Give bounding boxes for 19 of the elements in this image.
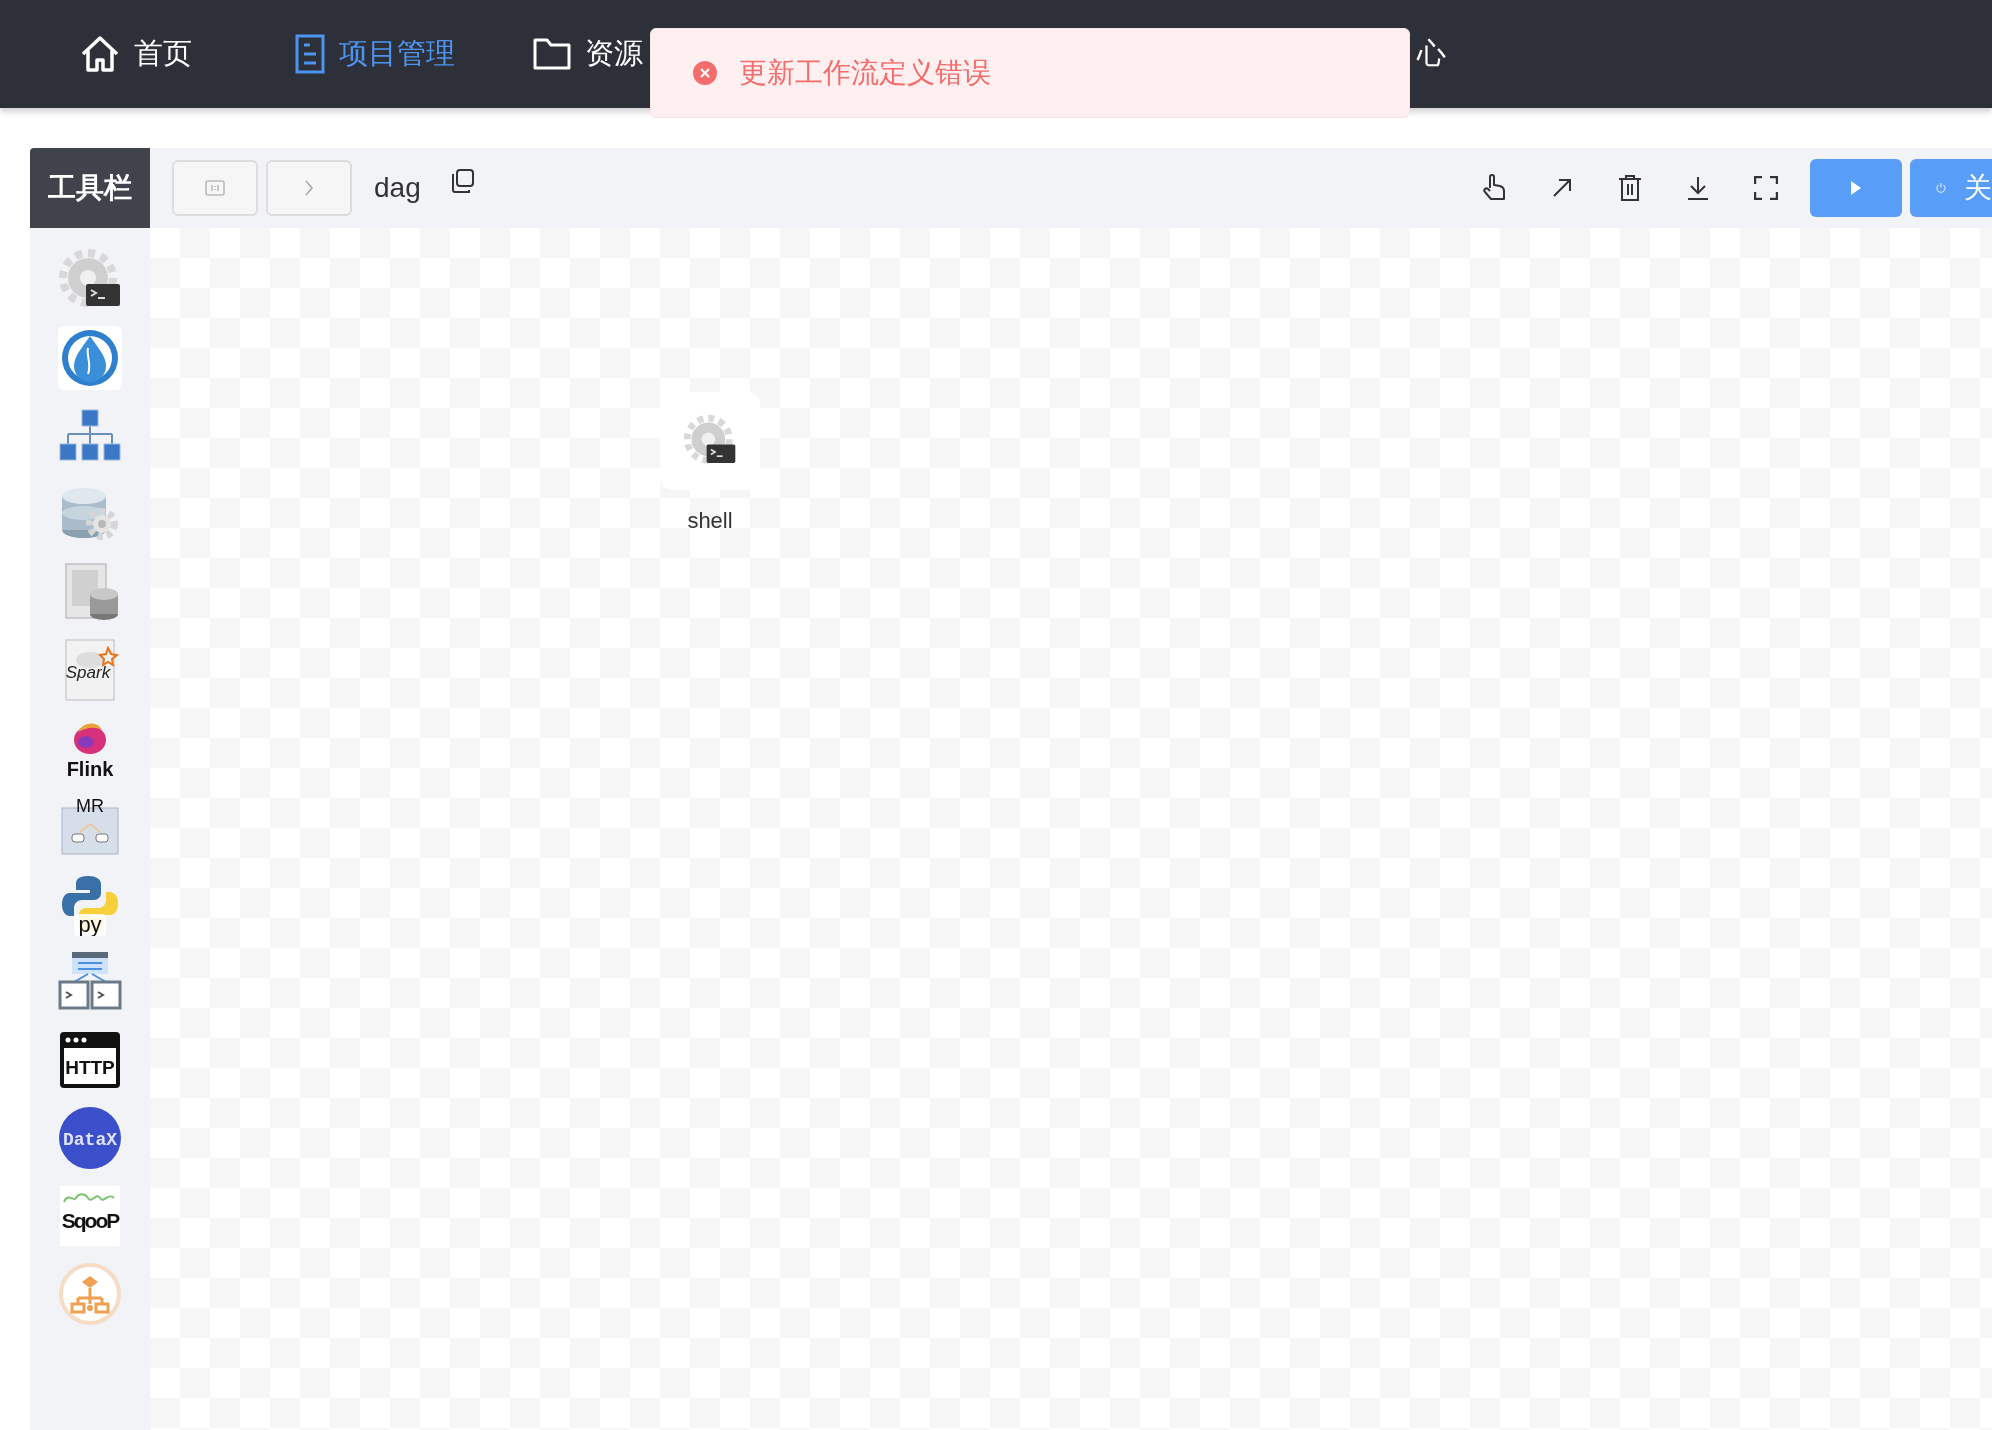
sqoop-logo-icon[interactable]: SqooP [58,1184,122,1248]
toolbar-title: 工具栏 [30,148,150,228]
nav-tab[interactable]: 项目管理 [339,0,455,108]
datax-logo-icon[interactable]: DataX [58,1106,122,1170]
error-icon [693,61,717,85]
fullscreen-icon[interactable] [1754,176,1778,200]
download-icon[interactable] [1686,175,1710,201]
dag-name: dag [374,172,421,204]
play-icon [1849,179,1863,197]
toast-message: 更新工作流定义错误 [739,56,991,90]
node-label: shell [687,508,733,534]
arrow-icon[interactable] [1551,177,1573,199]
nav-tab[interactable]: 资源 [585,0,643,108]
nav-tab[interactable]: 首页 [134,0,192,108]
delete-icon[interactable] [1618,174,1642,202]
nav-tab[interactable]: 心 [1417,0,1446,108]
chevron-right-icon [304,179,314,197]
water-drop-icon[interactable] [58,326,122,390]
ratio-icon [205,180,225,196]
